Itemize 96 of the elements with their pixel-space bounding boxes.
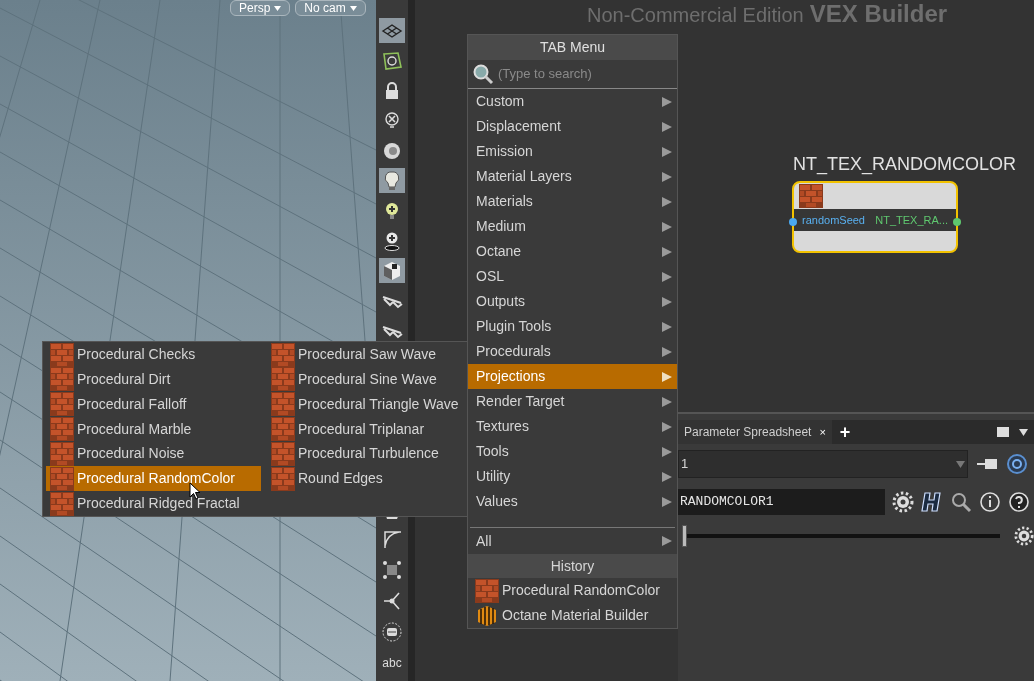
submenu-arrow-icon [661, 195, 673, 208]
submenu-item[interactable]: Procedural Dirt [46, 366, 261, 392]
submenu-arrow-icon [661, 420, 673, 433]
transform-box-icon [381, 559, 403, 581]
submenu-item[interactable]: Procedural Marble [46, 416, 261, 442]
menu-item[interactable]: All [468, 528, 677, 554]
submenu-item[interactable]: Procedural Checks [46, 342, 261, 367]
target-icon [1006, 453, 1028, 475]
submenu-arrow-icon [661, 220, 673, 233]
output-label: NT_TEX_RA... [875, 212, 948, 228]
menu-item[interactable]: Octane [468, 239, 677, 264]
h-logo-icon [921, 491, 943, 513]
dropdown-caret-icon [1019, 428, 1028, 436]
submenu-arrow-icon [661, 445, 673, 458]
axis-icon [381, 590, 403, 612]
checker-cube-icon [381, 259, 403, 282]
submenu-arrow-icon [661, 270, 673, 283]
shader-node[interactable]: randomSeed NT_TEX_RA... [792, 181, 958, 253]
brick-icon [50, 342, 74, 367]
input-port-icon [789, 218, 797, 226]
slider-handle[interactable] [682, 525, 687, 547]
submenu-arrow-icon [661, 145, 673, 158]
striped-cube-icon [475, 603, 499, 628]
node-name-field[interactable]: RANDOMCOLOR1 [678, 489, 885, 515]
add-tab-button[interactable]: + [839, 423, 851, 441]
search-icon [472, 63, 494, 85]
menu-item[interactable]: Values [468, 489, 677, 514]
brick-icon [271, 367, 295, 392]
curve-icon [381, 528, 403, 550]
node-name: NT_TEX_RANDOMCOLOR [793, 153, 1018, 177]
menu-item[interactable]: Emission [468, 139, 677, 164]
caret-icon [274, 5, 282, 11]
submenu-item[interactable]: Procedural RandomColor [46, 466, 261, 492]
caret-icon [956, 460, 965, 468]
close-tab-button[interactable]: × [819, 423, 826, 441]
submenu-arrow-icon [661, 170, 673, 183]
toolbar-button[interactable] [379, 620, 405, 644]
submenu-item[interactable]: Procedural Falloff [46, 391, 261, 417]
menu-item[interactable]: Material Layers [468, 164, 677, 189]
brick-icon [271, 441, 295, 466]
menu-item[interactable]: Custom [468, 89, 677, 114]
history-item[interactable]: Procedural RandomColor [468, 578, 677, 603]
parameter-spreadsheet-tab[interactable]: Parameter Spreadsheet × [678, 420, 832, 444]
menu-item[interactable]: OSL [468, 264, 677, 289]
info-icon [979, 491, 1001, 513]
brick-icon [50, 392, 74, 417]
history-item[interactable]: Octane Material Builder [468, 603, 677, 628]
brick-icon [50, 466, 74, 491]
brick-icon [271, 392, 295, 417]
input-label: randomSeed [802, 212, 865, 228]
brick-icon [271, 417, 295, 442]
help-icon [1008, 491, 1030, 513]
submenu-arrow-icon [661, 245, 673, 258]
menu-item[interactable]: Materials [468, 189, 677, 214]
brick-icon [799, 184, 823, 208]
menu-item[interactable]: Displacement [468, 114, 677, 139]
submenu-item[interactable]: Procedural Noise [46, 441, 261, 467]
brick-icon [271, 466, 295, 491]
search-icon [950, 491, 972, 513]
search-field[interactable]: (Type to search) [498, 64, 668, 84]
brick-icon [475, 578, 499, 603]
submenu-arrow-icon [661, 120, 673, 133]
submenu-arrow-icon [661, 320, 673, 333]
menu-item[interactable]: Medium [468, 214, 677, 239]
submenu-item[interactable]: Procedural Ridged Fractal [46, 491, 261, 517]
disc-icon [381, 621, 403, 643]
brick-icon [50, 441, 74, 466]
node-path-dropdown[interactable]: 1 [678, 450, 968, 478]
submenu-arrow-icon [661, 95, 673, 108]
brick-icon [50, 491, 74, 516]
submenu-arrow-icon [661, 495, 673, 508]
pin-icon [976, 456, 998, 472]
history-header: History [468, 554, 677, 578]
menu-item[interactable]: Outputs [468, 289, 677, 314]
menu-item[interactable]: Projections [468, 364, 677, 389]
brick-icon [50, 367, 74, 392]
submenu-arrow-icon [661, 470, 673, 483]
submenu-arrow-icon [661, 535, 673, 547]
output-port-icon [953, 218, 961, 226]
gear-icon [892, 491, 914, 513]
submenu-arrow-icon [661, 395, 673, 408]
uv-plane-icon [381, 49, 403, 72]
brick-icon [271, 342, 295, 367]
submenu-arrow-icon [661, 370, 673, 383]
brick-icon [50, 417, 74, 442]
menu-item[interactable]: Plugin Tools [468, 314, 677, 339]
caret-icon [349, 5, 357, 11]
submenu-arrow-icon [661, 295, 673, 308]
toolbar-button[interactable] [379, 258, 405, 283]
edition-label: Non-Commercial Edition [587, 3, 804, 28]
context-label: VEX Builder [809, 2, 948, 26]
slider-track[interactable] [682, 525, 1000, 547]
submenu-arrow-icon [661, 345, 673, 358]
menu-title: TAB Menu [468, 35, 677, 60]
text-tool-button[interactable]: abc [382, 651, 402, 675]
square-icon [997, 427, 1009, 437]
